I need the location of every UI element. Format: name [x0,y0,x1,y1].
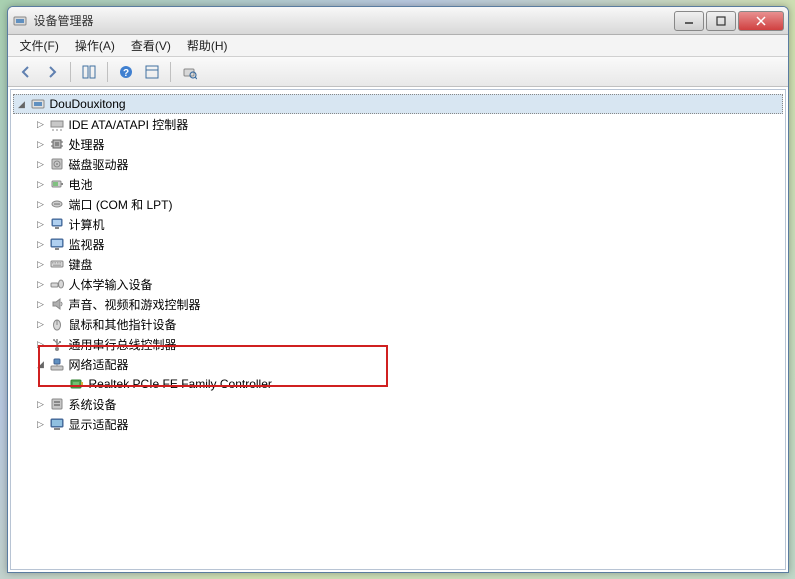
back-button[interactable] [14,60,38,84]
expand-icon[interactable]: ▷ [35,298,47,310]
port-icon [49,196,65,212]
nic-icon [69,376,85,392]
audio-icon [49,296,65,312]
usb-icon [49,336,65,352]
scan-hardware-button[interactable] [177,60,201,84]
tree-node-usb[interactable]: ▷ 通用串行总线控制器 [33,334,783,354]
expand-icon[interactable]: ▷ [35,258,47,270]
menu-file[interactable]: 文件(F) [12,35,67,56]
tree-node-monitor[interactable]: ▷ 监视器 [33,234,783,254]
expand-icon[interactable]: ▷ [35,318,47,330]
expand-icon[interactable]: ▷ [35,118,47,130]
menu-help[interactable]: 帮助(H) [179,35,236,56]
tree-node-label: 键盘 [69,256,93,273]
toolbar-separator [70,62,71,82]
menu-view[interactable]: 查看(V) [123,35,179,56]
tree-node-label: 系统设备 [69,396,117,413]
help-button[interactable]: ? [114,60,138,84]
network-icon [49,356,65,372]
tree-node-label: IDE ATA/ATAPI 控制器 [69,116,189,133]
tree-node-label: 磁盘驱动器 [69,156,129,173]
tree-leaf-label: Realtek PCIe FE Family Controller [89,377,272,391]
tree-root[interactable]: ◢ DouDouxitong [13,94,783,114]
tree-node-hid[interactable]: ▷ 人体学输入设备 [33,274,783,294]
expand-icon[interactable]: ▷ [35,238,47,250]
tree-node-battery[interactable]: ▷ 电池 [33,174,783,194]
disk-icon [49,156,65,172]
collapse-icon[interactable]: ◢ [35,358,47,370]
tree-node-cpu[interactable]: ▷ 处理器 [33,134,783,154]
tree-leaf-nic[interactable]: Realtek PCIe FE Family Controller [53,374,783,394]
tree-node-label: 网络适配器 [69,356,129,373]
show-hide-tree-button[interactable] [77,60,101,84]
maximize-button[interactable] [706,11,736,31]
forward-button[interactable] [40,60,64,84]
expand-icon[interactable]: ▷ [35,178,47,190]
tree-node-label: 人体学输入设备 [69,276,153,293]
device-tree-panel[interactable]: ◢ DouDouxitong▷ IDE ATA/ATAPI 控制器▷ 处理器▷ … [10,89,786,570]
titlebar[interactable]: 设备管理器 [8,7,788,35]
hid-icon [49,276,65,292]
expand-icon[interactable]: ▷ [35,138,47,150]
monitor-icon [49,236,65,252]
toolbar-separator [107,62,108,82]
tree-node-keyboard[interactable]: ▷ 键盘 [33,254,783,274]
ide-icon [49,116,65,132]
tree-node-label: 处理器 [69,136,105,153]
computer-icon [30,96,46,112]
tree-node-mouse[interactable]: ▷ 鼠标和其他指针设备 [33,314,783,334]
expand-icon[interactable]: ▷ [35,158,47,170]
expand-icon[interactable]: ▷ [35,398,47,410]
keyboard-icon [49,256,65,272]
window-title: 设备管理器 [34,12,672,29]
menu-action[interactable]: 操作(A) [67,35,123,56]
computer-icon [49,216,65,232]
system-icon [49,396,65,412]
tree-node-system[interactable]: ▷ 系统设备 [33,394,783,414]
tree-node-label: 电池 [69,176,93,193]
svg-text:?: ? [122,68,128,79]
tree-node-label: 端口 (COM 和 LPT) [69,196,173,213]
tree-node-network[interactable]: ◢ 网络适配器 [33,354,783,374]
properties-button[interactable] [140,60,164,84]
tree-node-ide[interactable]: ▷ IDE ATA/ATAPI 控制器 [33,114,783,134]
tree-root-label: DouDouxitong [50,97,126,111]
close-button[interactable] [738,11,784,31]
tree-node-label: 计算机 [69,216,105,233]
tree-node-label: 声音、视频和游戏控制器 [69,296,201,313]
expand-icon[interactable]: ▷ [35,418,47,430]
tree-node-label: 监视器 [69,236,105,253]
tree-node-audio[interactable]: ▷ 声音、视频和游戏控制器 [33,294,783,314]
tree-node-computer[interactable]: ▷ 计算机 [33,214,783,234]
menubar: 文件(F) 操作(A) 查看(V) 帮助(H) [8,35,788,57]
expand-icon[interactable]: ▷ [35,338,47,350]
tree-node-display[interactable]: ▷ 显示适配器 [33,414,783,434]
tree-node-disk[interactable]: ▷ 磁盘驱动器 [33,154,783,174]
tree-node-label: 通用串行总线控制器 [69,336,177,353]
battery-icon [49,176,65,192]
mouse-icon [49,316,65,332]
toolbar-separator [170,62,171,82]
app-icon [12,13,28,29]
toolbar: ? [8,57,788,87]
tree-node-label: 显示适配器 [69,416,129,433]
collapse-icon[interactable]: ◢ [16,98,28,110]
cpu-icon [49,136,65,152]
device-manager-window: 设备管理器 文件(F) 操作(A) 查看(V) 帮助(H) [7,6,789,573]
tree-node-port[interactable]: ▷ 端口 (COM 和 LPT) [33,194,783,214]
expand-icon[interactable]: ▷ [35,198,47,210]
expand-icon[interactable]: ▷ [35,218,47,230]
tree-node-label: 鼠标和其他指针设备 [69,316,177,333]
window-controls [672,11,784,31]
display-icon [49,416,65,432]
expand-icon[interactable]: ▷ [35,278,47,290]
minimize-button[interactable] [674,11,704,31]
